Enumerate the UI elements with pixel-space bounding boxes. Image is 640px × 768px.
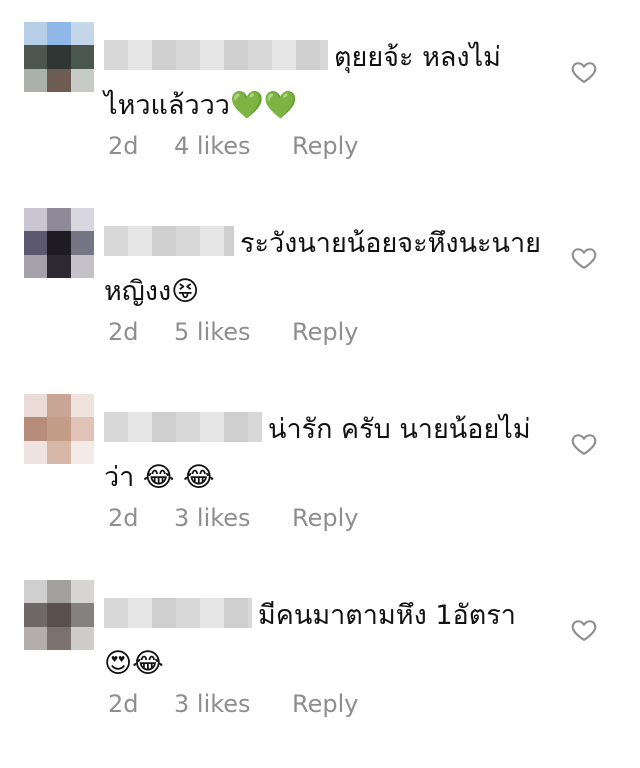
- comment-time[interactable]: 2d: [108, 504, 174, 532]
- username[interactable]: [104, 598, 252, 628]
- avatar[interactable]: [24, 22, 94, 92]
- heart-outline-icon[interactable]: [570, 244, 598, 272]
- reply-button[interactable]: Reply: [292, 132, 358, 160]
- avatar[interactable]: [24, 394, 94, 464]
- username[interactable]: [104, 40, 328, 70]
- likes-count[interactable]: 5 likes: [174, 318, 292, 346]
- comment-time[interactable]: 2d: [108, 690, 174, 718]
- avatar[interactable]: [24, 580, 94, 650]
- comment-meta: 2d 3 likes Reply: [108, 690, 358, 718]
- reply-button[interactable]: Reply: [292, 690, 358, 718]
- comment-body: ตุยยจ้ะ หลงไม่ไหวแล้ววว💚💚: [104, 34, 544, 130]
- reply-button[interactable]: Reply: [292, 318, 358, 346]
- heart-outline-icon[interactable]: [570, 616, 598, 644]
- comment-body: ระวังนายน้อยจะหึงนะนายหญิงง😝: [104, 220, 544, 316]
- comment-emojis: 😝: [171, 276, 200, 307]
- heart-outline-icon[interactable]: [570, 430, 598, 458]
- likes-count[interactable]: 3 likes: [174, 504, 292, 532]
- comment-emojis: 💚💚: [229, 90, 298, 121]
- comment-item: ระวังนายน้อยจะหึงนะนายหญิงง😝 2d 5 likes Re…: [0, 208, 640, 396]
- comment-meta: 2d 4 likes Reply: [108, 132, 358, 160]
- comment-body: มีคนมาตามหึง 1อัตรา 😍😂: [104, 592, 544, 688]
- likes-count[interactable]: 3 likes: [174, 690, 292, 718]
- avatar[interactable]: [24, 208, 94, 278]
- comment-item: น่ารัก ครับ นายน้อยไม่ ว่า 😂 😂 2d 3 likes…: [0, 394, 640, 582]
- comment-item: มีคนมาตามหึง 1อัตรา 😍😂 2d 3 likes Reply: [0, 580, 640, 768]
- likes-count[interactable]: 4 likes: [174, 132, 292, 160]
- comment-emojis: 😍😂: [104, 648, 164, 679]
- comment-meta: 2d 3 likes Reply: [108, 504, 358, 532]
- heart-outline-icon[interactable]: [570, 58, 598, 86]
- reply-button[interactable]: Reply: [292, 504, 358, 532]
- comment-item: ตุยยจ้ะ หลงไม่ไหวแล้ววว💚💚 2d 4 likes Reply: [0, 22, 640, 210]
- comment-text: มีคนมาตามหึง 1อัตรา: [258, 600, 516, 631]
- username[interactable]: [104, 226, 234, 256]
- comment-time[interactable]: 2d: [108, 318, 174, 346]
- comment-time[interactable]: 2d: [108, 132, 174, 160]
- comment-emojis: 😂 😂: [142, 462, 215, 493]
- username[interactable]: [104, 412, 262, 442]
- comment-body: น่ารัก ครับ นายน้อยไม่ ว่า 😂 😂: [104, 406, 544, 502]
- comment-meta: 2d 5 likes Reply: [108, 318, 358, 346]
